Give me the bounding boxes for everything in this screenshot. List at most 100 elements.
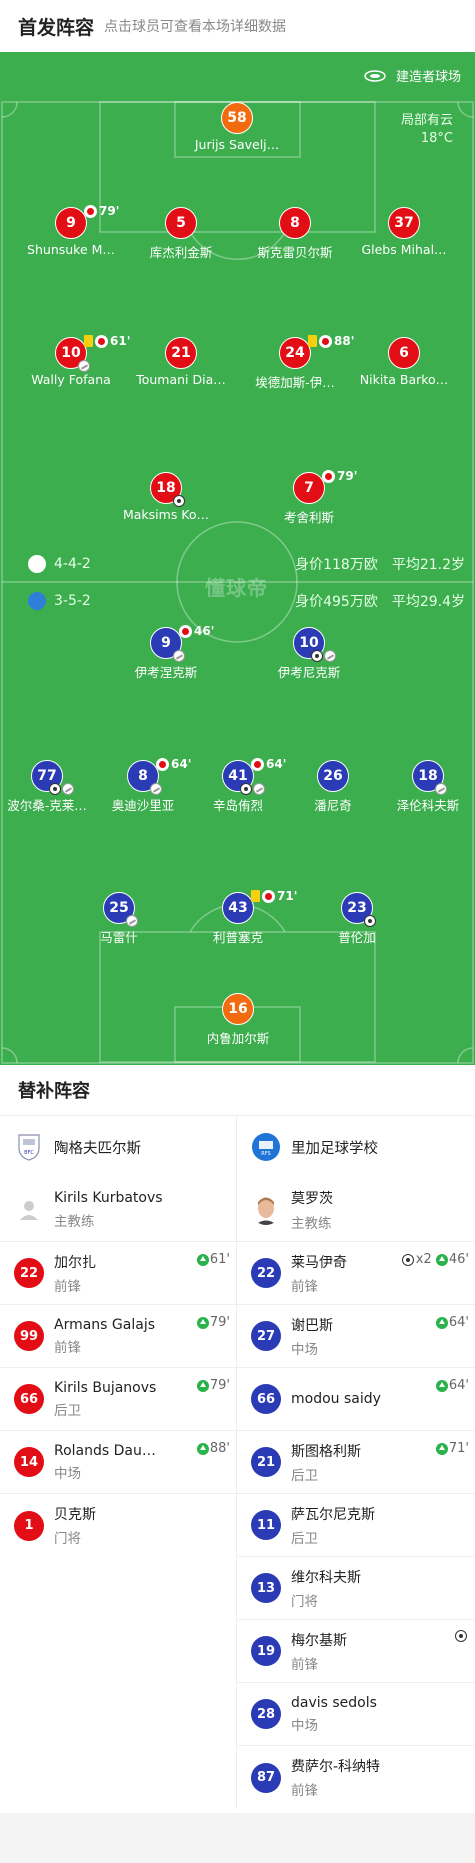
sub-player-row[interactable]: 14 Rolands Dau… 中场 88' (0, 1431, 236, 1494)
player-number: 9 79' (55, 204, 119, 239)
sub-player-name: 莱马伊奇 (291, 1254, 347, 1271)
sub-player-number: 27 (251, 1321, 281, 1351)
assist-icon (253, 783, 265, 795)
sub-player-name: 萨瓦尔尼克斯 (291, 1506, 375, 1523)
sub-player-row[interactable]: 28 davis sedols 中场 (237, 1683, 475, 1746)
sub-player-row[interactable]: 66 Kirils Bujanovs 后卫 79' (0, 1368, 236, 1431)
stadium-icon (364, 69, 386, 82)
substitution-out-icon (179, 624, 192, 638)
player-away-mid-4[interactable]: 26 潘尼奇 (278, 760, 388, 814)
player-number: 21 (165, 337, 197, 369)
away-team-header[interactable]: RFS 里加足球学校 (237, 1116, 475, 1178)
player-number: 8 64' (127, 757, 191, 795)
sub-player-row[interactable]: 66 modou saidy 64' (237, 1368, 475, 1431)
number-text: 24 (285, 345, 305, 361)
sub-player-row[interactable]: 13 维尔科夫斯 门将 (237, 1557, 475, 1620)
number-text: 9 (66, 215, 76, 231)
sub-minute: 79' (337, 469, 358, 483)
player-name: Wally Fofana (31, 372, 111, 387)
home-team-crest-icon: BFC (18, 1134, 40, 1161)
player-away-fwd-1[interactable]: 9 46' 伊考涅克斯 (111, 624, 221, 681)
player-away-gk[interactable]: 16 内鲁加尔斯 (183, 993, 293, 1047)
player-away-mid-2[interactable]: 8 64' 奥迪沙里亚 (88, 757, 198, 814)
sub-player-number: 28 (251, 1699, 281, 1729)
player-number: 41 64' (222, 757, 286, 795)
player-number: 43 71' (222, 889, 297, 924)
player-away-def-1[interactable]: 25 马雷什 (64, 892, 174, 946)
player-number: 18 (150, 472, 185, 507)
player-name: Jurijs Savelj… (194, 137, 280, 152)
sub-player-number: 22 (251, 1258, 281, 1288)
player-number: 16 (222, 993, 254, 1025)
player-home-gk[interactable]: 58 Jurijs Savelj… (182, 102, 292, 152)
sub-player-position: 门将 (291, 1593, 318, 1610)
sub-player-row[interactable]: 87 费萨尔-科纳特 前锋 (237, 1746, 475, 1809)
stadium-name: 建造者球场 (395, 70, 461, 85)
home-formation: 4-4-2 (54, 556, 91, 572)
player-home-fwd-1[interactable]: 18 Maksims Ko… (111, 472, 221, 522)
away-coach[interactable]: 莫罗茨 主教练 (237, 1178, 475, 1242)
away-team-info: 3-5-2 身价495万欧 平均29.4岁 (0, 590, 475, 612)
player-name: Maksims Ko… (122, 507, 210, 522)
player-name: 泽伦科夫斯 (396, 798, 460, 813)
number-text: 77 (37, 768, 57, 784)
sub-badge: 61' (84, 334, 130, 348)
sub-player-row[interactable]: 99 Armans Galajs 前锋 79' (0, 1305, 236, 1368)
player-home-def-2[interactable]: 5 库杰利金斯 (126, 207, 236, 261)
subs-title: 替补阵容 (0, 1065, 475, 1116)
sub-badge: 88' (308, 334, 354, 348)
sub-player-number: 99 (14, 1321, 44, 1351)
player-name: 内鲁加尔斯 (206, 1031, 270, 1046)
away-team-name: 里加足球学校 (291, 1140, 378, 1157)
player-number: 37 (388, 207, 420, 239)
substitution-out-icon (156, 757, 169, 771)
player-home-mid-1[interactable]: 10 61' Wally Fofana (16, 334, 130, 387)
player-away-mid-3[interactable]: 41 64' 辛岛侑烈 (183, 757, 293, 814)
sub-player-row[interactable]: 22 莱马伊奇 前锋 x2 46' (237, 1242, 475, 1305)
away-team-crest-icon: RFS (252, 1133, 280, 1161)
home-age: 平均21.2岁 (391, 557, 465, 573)
home-team-header[interactable]: BFC 陶格夫匹尔斯 (0, 1116, 236, 1178)
sub-event: 88' (196, 1441, 230, 1456)
sub-player-position: 前锋 (291, 1783, 318, 1799)
substitutes-section: 替补阵容 BFC 陶格夫匹尔斯 Kirils Kurbatovs 主教练 22 … (0, 1065, 475, 1813)
sub-player-name: 维尔科夫斯 (291, 1569, 361, 1586)
sub-badge: 79' (322, 469, 357, 483)
sub-player-position: 中场 (54, 1465, 81, 1482)
sub-player-row[interactable]: 11 萨瓦尔尼克斯 后卫 (237, 1494, 475, 1557)
sub-event: 79' (196, 1378, 230, 1393)
player-name: 奥迪沙里亚 (111, 798, 175, 813)
home-coach[interactable]: Kirils Kurbatovs 主教练 (0, 1178, 236, 1242)
number-text: 25 (109, 900, 129, 916)
player-home-def-4[interactable]: 37 Glebs Mihal… (349, 207, 459, 257)
player-number: 23 (341, 892, 376, 927)
player-home-mid-2[interactable]: 21 Toumani Dia… (126, 337, 236, 387)
player-away-def-2[interactable]: 43 71' 利普塞克 (183, 889, 297, 946)
player-away-fwd-2[interactable]: 10 伊考尼克斯 (254, 627, 364, 681)
player-away-mid-5[interactable]: 18 泽伦科夫斯 (373, 760, 475, 814)
sub-player-row[interactable]: 19 梅尔基斯 前锋 (237, 1620, 475, 1683)
player-home-mid-3[interactable]: 24 88' 埃德加斯-伊… (240, 334, 354, 391)
player-home-fwd-2[interactable]: 7 79' 考舍利斯 (254, 469, 364, 526)
assist-icon (62, 783, 74, 795)
player-number: 10 (293, 627, 336, 662)
player-number: 24 88' (279, 334, 354, 369)
sub-player-row[interactable]: 1 贝克斯 门将 (0, 1494, 236, 1557)
sub-player-number: 22 (14, 1258, 44, 1288)
number-text: 18 (156, 480, 176, 496)
player-home-def-3[interactable]: 8 斯克雷贝尔斯 (240, 207, 350, 261)
player-home-def-1[interactable]: 9 79' Shunsuke M… (16, 204, 126, 257)
player-home-mid-4[interactable]: 6 Nikita Barko… (349, 337, 459, 387)
sub-player-name: davis sedols (291, 1694, 377, 1711)
sub-player-row[interactable]: 21 斯图格利斯 后卫 71' (237, 1431, 475, 1494)
sub-player-row[interactable]: 22 加尔扎 前锋 61' (0, 1242, 236, 1305)
substitution-in-icon (435, 1253, 448, 1266)
sub-player-row[interactable]: 27 谢巴斯 中场 64' (237, 1305, 475, 1368)
away-value: 身价495万欧 (295, 594, 378, 610)
player-away-def-3[interactable]: 23 普伦加 (302, 892, 412, 946)
sub-in-minute: 79' (209, 1315, 230, 1330)
player-away-mid-1[interactable]: 77 波尔桑-克莱… (0, 760, 102, 814)
player-name: Glebs Mihal… (361, 242, 447, 257)
yellow-card-icon (84, 335, 93, 347)
sub-player-name: 谢巴斯 (291, 1317, 333, 1334)
